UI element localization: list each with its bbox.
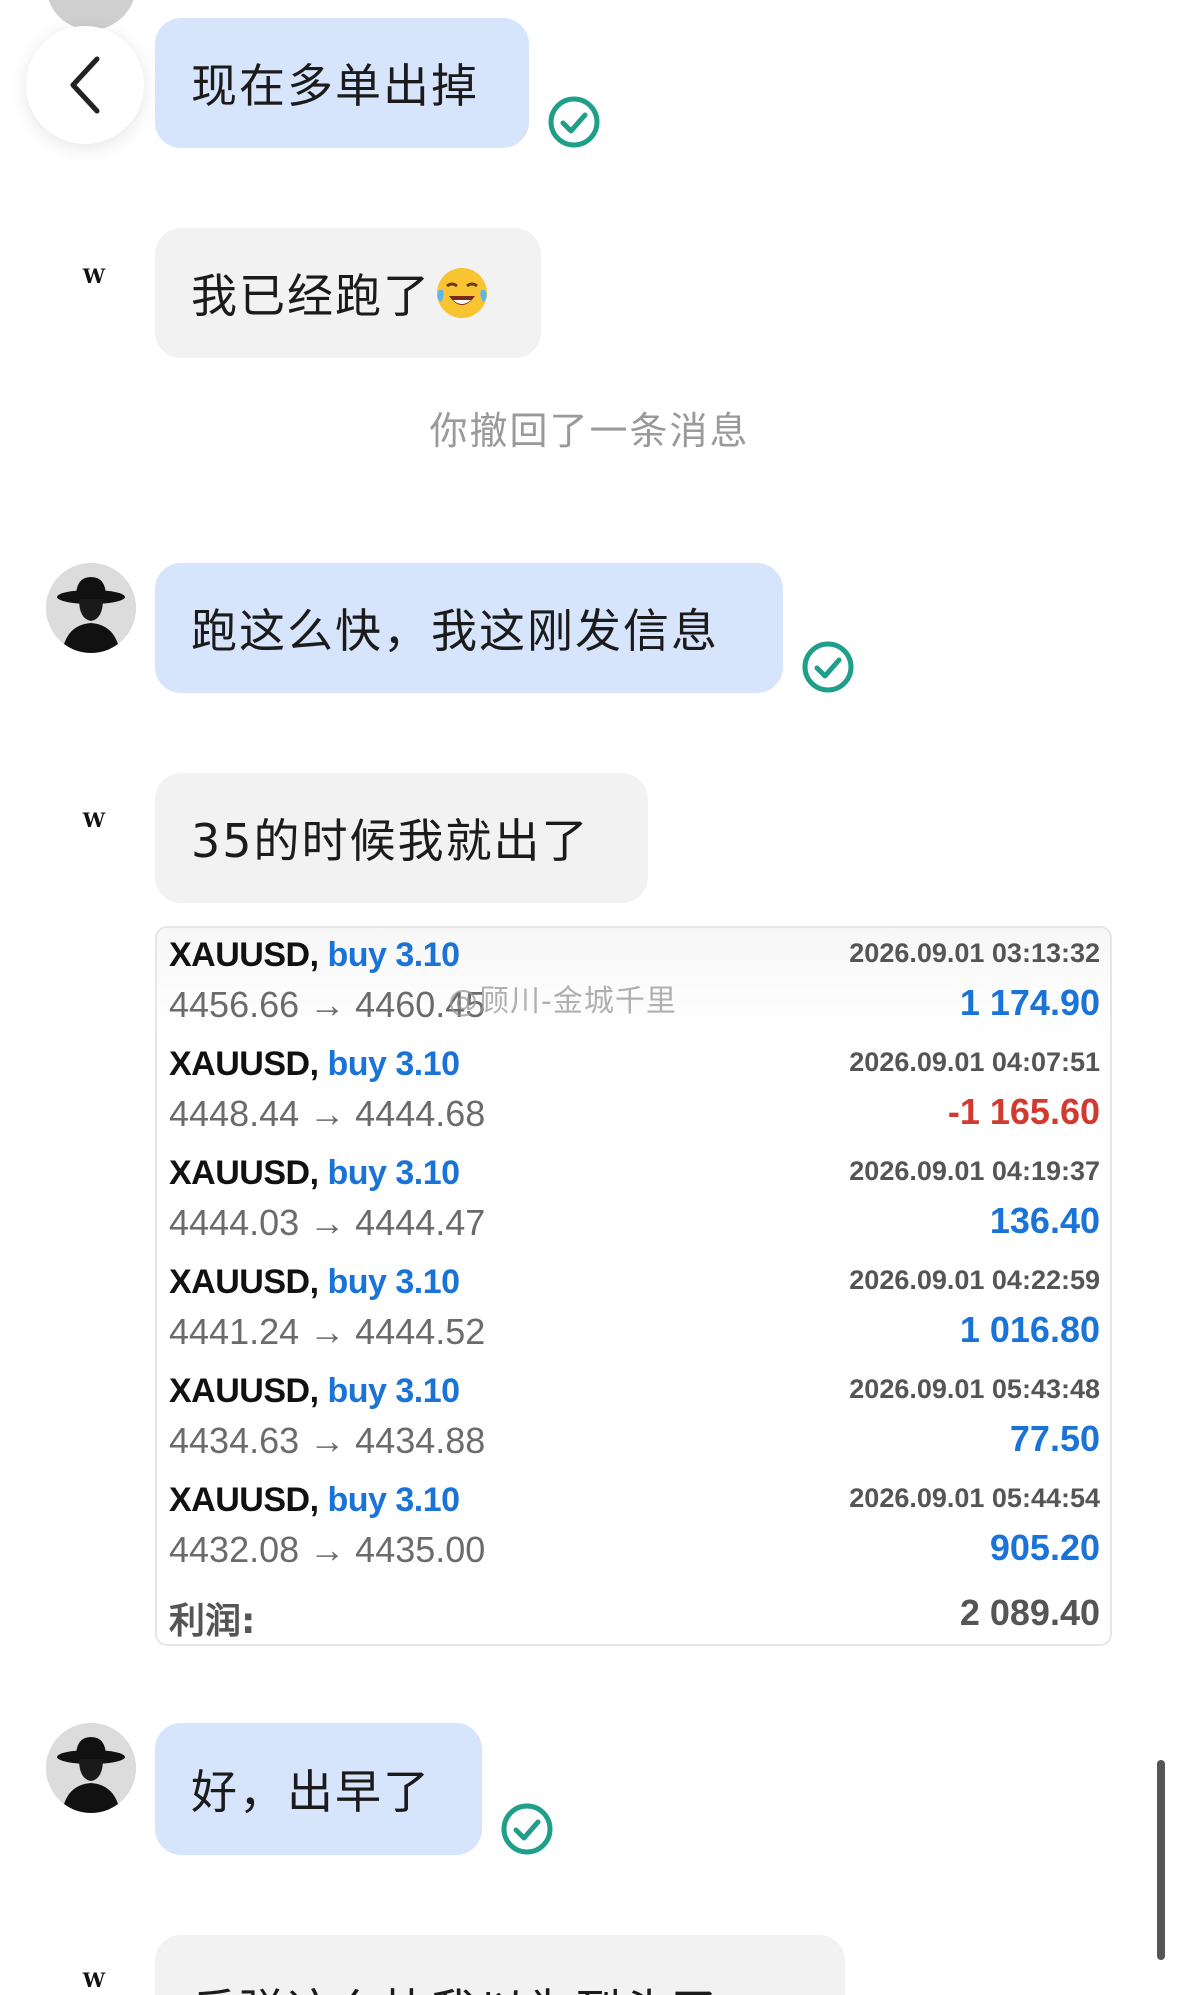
arrow-icon: → xyxy=(309,1420,346,1461)
avatar[interactable]: W xyxy=(48,800,138,840)
avatar[interactable]: W xyxy=(48,256,138,296)
crying-laughing-emoji-icon xyxy=(437,268,487,318)
trade-row: XAUUSD, buy 3.10 4448.44 → 4444.68 2026.… xyxy=(157,1037,1110,1146)
trade-side: buy 3.10 xyxy=(327,1481,460,1519)
trade-profit: 905.20 xyxy=(989,1527,1100,1568)
trade-time: 2026.09.01 05:43:48 xyxy=(849,1374,1100,1404)
back-button[interactable] xyxy=(26,26,144,144)
read-check-icon xyxy=(802,641,854,693)
trade-side: buy 3.10 xyxy=(327,1372,460,1410)
trade-symbol: XAUUSD, xyxy=(169,1481,319,1519)
chat-screen: 现在多单出掉 W 我已经跑了 你撤回了一条消息 跑这么快，我这刚发信息 W 35… xyxy=(0,0,1179,1995)
close-price: 4444.68 xyxy=(355,1093,486,1134)
trade-profit: 1 016.80 xyxy=(959,1309,1100,1350)
trade-row: XAUUSD, buy 3.10 4444.03 → 4444.47 2026.… xyxy=(157,1146,1110,1255)
avatar-hat-figure-icon xyxy=(46,563,136,653)
trade-time: 2026.09.01 04:19:37 xyxy=(849,1156,1100,1186)
message-text: 35的时候我就出了 xyxy=(191,814,590,868)
trade-time: 2026.09.01 04:22:59 xyxy=(849,1265,1100,1295)
arrow-icon: → xyxy=(309,1202,346,1243)
trade-side: buy 3.10 xyxy=(327,936,460,974)
trade-side: buy 3.10 xyxy=(327,1045,460,1083)
trade-side: buy 3.10 xyxy=(327,1263,460,1301)
arrow-icon: → xyxy=(309,1311,346,1352)
scrollbar[interactable] xyxy=(1157,1760,1165,1960)
message-bubble[interactable]: 现在多单出掉 xyxy=(155,18,529,148)
trade-row: XAUUSD, buy 3.10 4432.08 → 4435.00 2026.… xyxy=(157,1473,1110,1582)
trade-history-image[interactable]: XAUUSD, buy 3.10 4456.66 → 4460.45 2026.… xyxy=(155,926,1112,1646)
trade-row: XAUUSD, buy 3.10 4441.24 → 4444.52 2026.… xyxy=(157,1255,1110,1364)
trade-side: buy 3.10 xyxy=(327,1154,460,1192)
trade-profit: 1 174.90 xyxy=(959,982,1100,1023)
trade-symbol: XAUUSD, xyxy=(169,1263,319,1301)
close-price: 4444.52 xyxy=(355,1311,486,1352)
message-bubble[interactable]: 好，出早了 xyxy=(155,1723,482,1855)
close-price: 4435.00 xyxy=(355,1529,486,1570)
trade-time: 2026.09.01 03:13:32 xyxy=(849,938,1100,968)
avatar[interactable]: W xyxy=(48,1960,138,1995)
open-price: 4441.24 xyxy=(169,1311,300,1352)
watermark: @顾川-金城千里 xyxy=(448,984,677,1019)
message-bubble[interactable]: 35的时候我就出了 xyxy=(155,773,648,903)
trade-time: 2026.09.01 05:44:54 xyxy=(849,1483,1100,1513)
close-price: 4434.88 xyxy=(355,1420,486,1461)
trade-profit: 77.50 xyxy=(1009,1418,1100,1459)
trade-row: XAUUSD, buy 3.10 4434.63 → 4434.88 2026.… xyxy=(157,1364,1110,1473)
open-price: 4434.63 xyxy=(169,1420,300,1461)
arrow-icon: → xyxy=(309,984,346,1025)
trade-symbol: XAUUSD, xyxy=(169,936,319,974)
arrow-icon: → xyxy=(309,1529,346,1570)
close-price: 4444.47 xyxy=(355,1202,486,1243)
message-bubble[interactable]: 跑这么快，我这刚发信息 xyxy=(155,563,783,693)
trade-time: 2026.09.01 04:07:51 xyxy=(849,1047,1100,1077)
message-text: 跑这么快，我这刚发信息 xyxy=(191,604,719,658)
recall-notice: 你撤回了一条消息 xyxy=(429,409,750,453)
message-text: 反弹这么快我以为到头了 xyxy=(191,1975,719,1995)
open-price: 4456.66 xyxy=(169,984,300,1025)
arrow-icon: → xyxy=(309,1093,346,1134)
read-check-icon xyxy=(501,1803,553,1855)
trade-profit: 136.40 xyxy=(989,1200,1100,1241)
avatar[interactable] xyxy=(46,563,136,653)
open-price: 4432.08 xyxy=(169,1529,300,1570)
open-price: 4444.03 xyxy=(169,1202,300,1243)
trade-symbol: XAUUSD, xyxy=(169,1154,319,1192)
read-check-icon xyxy=(548,96,600,148)
total-label: 利润: xyxy=(169,1601,256,1642)
total-value: 2 089.40 xyxy=(959,1592,1100,1633)
open-price: 4448.44 xyxy=(169,1093,300,1134)
trade-symbol: XAUUSD, xyxy=(169,1045,319,1083)
trade-profit: -1 165.60 xyxy=(947,1091,1100,1132)
message-bubble[interactable]: 我已经跑了 xyxy=(155,228,541,358)
message-text: 我已经跑了 xyxy=(191,269,431,323)
trade-symbol: XAUUSD, xyxy=(169,1372,319,1410)
avatar-hat-figure-icon xyxy=(46,1723,136,1813)
avatar[interactable] xyxy=(46,1723,136,1813)
chevron-left-icon xyxy=(70,56,100,114)
message-text: 好，出早了 xyxy=(191,1765,431,1819)
message-text: 现在多单出掉 xyxy=(191,59,479,113)
message-bubble[interactable]: 反弹这么快我以为到头了 xyxy=(155,1935,845,1995)
